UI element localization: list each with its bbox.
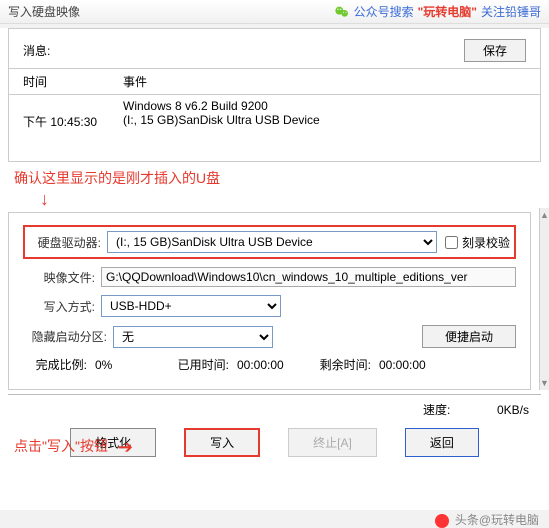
drive-select[interactable]: (I:, 15 GB)SanDisk Ultra USB Device	[107, 231, 437, 253]
log-header: 时间 事件	[9, 68, 540, 95]
log-event: Windows 8 v6.2 Build 9200	[123, 99, 526, 113]
burn-check[interactable]: 刻录校验	[445, 234, 510, 251]
write-mode-select[interactable]: USB-HDD+	[101, 295, 281, 317]
hidden-row: 隐藏启动分区: 无 便捷启动	[23, 325, 516, 348]
elapsed-value: 00:00:00	[237, 358, 299, 372]
watermark: 头条@玩转电脑	[435, 511, 539, 528]
image-row: 映像文件: G:\QQDownload\Windows10\cn_windows…	[23, 267, 516, 287]
col-time: 时间	[23, 73, 123, 90]
write-mode-label: 写入方式:	[23, 298, 101, 315]
hidden-label: 隐藏启动分区:	[23, 328, 113, 345]
elapsed-label: 已用时间:	[165, 356, 229, 373]
hidden-select[interactable]: 无	[113, 326, 273, 348]
window-body: 消息: 保存 时间 事件 Windows 8 v6.2 Build 9200 下…	[0, 28, 549, 510]
log-time: 下午 10:45:30	[23, 113, 123, 130]
image-path: G:\QQDownload\Windows10\cn_windows_10_mu…	[101, 267, 516, 287]
write-button[interactable]: 写入	[184, 428, 260, 457]
speed-label: 速度:	[423, 403, 450, 417]
image-label: 映像文件:	[23, 269, 101, 286]
burn-checkbox[interactable]	[445, 236, 458, 249]
annotation-1: 确认这里显示的是刚才插入的U盘	[0, 162, 549, 190]
annotation-2: 点击"写入"按钮 ➔	[14, 436, 133, 458]
burn-check-label: 刻录校验	[462, 234, 510, 251]
portable-button[interactable]: 便捷启动	[422, 325, 516, 348]
brand-label: "玩转电脑"	[418, 3, 477, 20]
follow-label: 关注铅锤哥	[481, 3, 541, 20]
progress-row: 完成比例: 0% 已用时间: 00:00:00 剩余时间: 00:00:00	[23, 356, 516, 373]
window-title: 写入硬盘映像	[8, 3, 334, 20]
col-event: 事件	[123, 73, 526, 90]
wechat-icon	[334, 4, 350, 20]
log-body: Windows 8 v6.2 Build 9200 下午 10:45:30 (I…	[9, 95, 540, 155]
back-button[interactable]: 返回	[405, 428, 479, 457]
drive-row: 硬盘驱动器: (I:, 15 GB)SanDisk Ultra USB Devi…	[23, 225, 516, 259]
arrow-right-icon: ➔	[118, 437, 133, 458]
log-row: Windows 8 v6.2 Build 9200	[23, 99, 526, 113]
settings-group: 硬盘驱动器: (I:, 15 GB)SanDisk Ultra USB Devi…	[8, 212, 531, 390]
message-label: 消息:	[23, 42, 454, 59]
speed-row: 速度: 0KB/s	[0, 397, 549, 420]
drive-label: 硬盘驱动器:	[29, 234, 107, 251]
remain-label: 剩余时间:	[307, 356, 371, 373]
log-time	[23, 99, 123, 113]
stop-button: 终止[A]	[288, 428, 377, 457]
form: 硬盘驱动器: (I:, 15 GB)SanDisk Ultra USB Devi…	[9, 213, 530, 383]
message-row: 消息: 保存	[9, 29, 540, 68]
header-right: 公众号搜索 "玩转电脑" 关注铅锤哥	[334, 3, 541, 20]
arrow-down-icon: ↓	[0, 190, 549, 208]
separator	[8, 394, 541, 395]
toutiao-icon	[435, 514, 449, 528]
title-bar: 写入硬盘映像 公众号搜索 "玩转电脑" 关注铅锤哥	[0, 0, 549, 24]
scroll-up-icon[interactable]: ▲	[540, 210, 549, 220]
speed-value: 0KB/s	[497, 403, 529, 417]
log-row: 下午 10:45:30 (I:, 15 GB)SanDisk Ultra USB…	[23, 113, 526, 130]
log-event: (I:, 15 GB)SanDisk Ultra USB Device	[123, 113, 526, 130]
scrollbar[interactable]: ▲ ▼	[539, 208, 549, 390]
message-group: 消息: 保存 时间 事件 Windows 8 v6.2 Build 9200 下…	[8, 28, 541, 162]
write-mode-row: 写入方式: USB-HDD+	[23, 295, 516, 317]
ratio-label: 完成比例:	[23, 356, 87, 373]
scroll-down-icon[interactable]: ▼	[540, 378, 549, 388]
save-button[interactable]: 保存	[464, 39, 526, 62]
search-label: 公众号搜索	[354, 3, 414, 20]
remain-value: 00:00:00	[379, 358, 441, 372]
ratio-value: 0%	[95, 358, 157, 372]
